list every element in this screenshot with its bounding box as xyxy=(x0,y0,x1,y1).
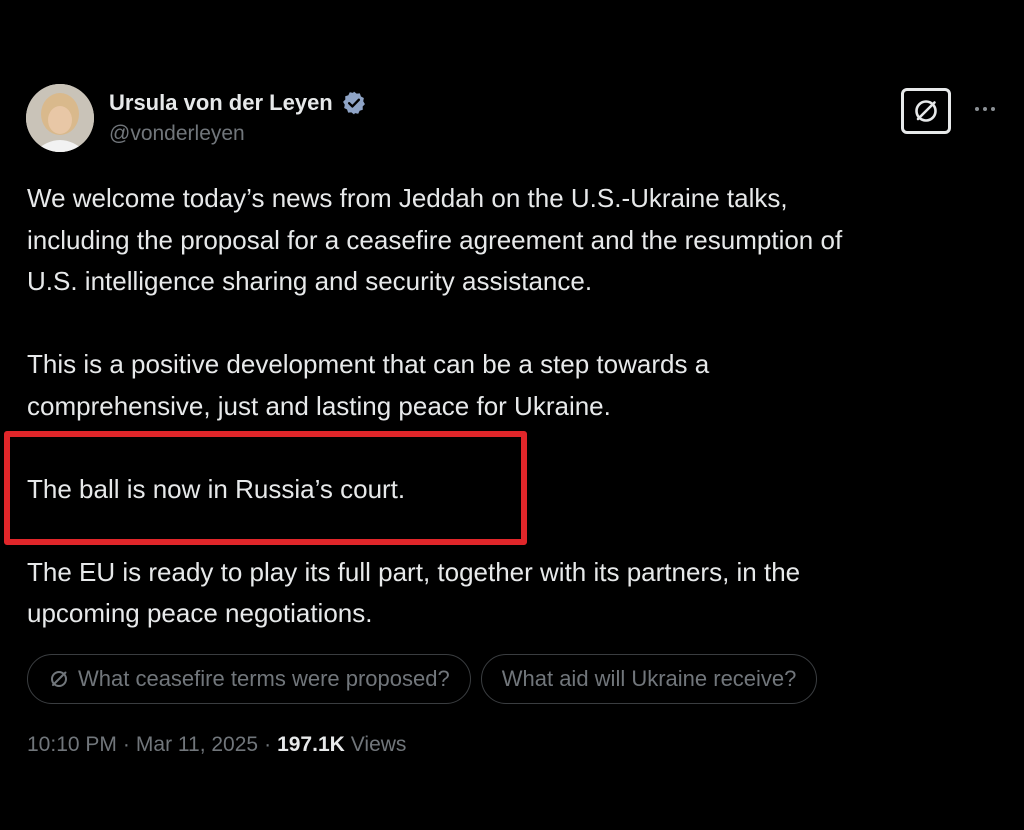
grok-button[interactable] xyxy=(901,88,951,134)
meta-separator: · xyxy=(122,733,130,756)
suggestion-chip-aid[interactable]: What aid will Ukraine receive? xyxy=(480,654,818,704)
handle[interactable]: @vonderleyen xyxy=(109,122,367,146)
suggestion-chips: What ceasefire terms were proposed? What… xyxy=(27,654,818,704)
tweet-paragraph: This is a positive development that can … xyxy=(27,349,710,421)
suggestion-chip-label: What aid will Ukraine receive? xyxy=(501,666,797,691)
tweet-date[interactable]: Mar 11, 2025 xyxy=(136,733,258,757)
more-dot xyxy=(983,107,987,111)
views-label: Views xyxy=(350,733,407,756)
more-button[interactable] xyxy=(970,96,1000,122)
grok-slash-circle-icon xyxy=(915,100,937,122)
author-block: Ursula von der Leyen @vonderleyen xyxy=(109,88,367,146)
name-row: Ursula von der Leyen xyxy=(109,88,367,118)
tweet-paragraph: The EU is ready to play its full part, t… xyxy=(27,556,801,629)
highlight-annotation-box xyxy=(4,431,527,545)
views-count: 197.1K xyxy=(277,733,345,756)
tweet-card: Ursula von der Leyen @vonderleyen We wel… xyxy=(0,0,1024,830)
tweet-meta: 10:10 PM · Mar 11, 2025 · 197.1K Views xyxy=(27,733,406,757)
tweet-paragraph: We welcome today’s news from Jeddah on t… xyxy=(27,183,843,296)
grok-slash-circle-icon xyxy=(48,668,70,690)
more-horizontal-icon xyxy=(975,107,979,111)
tweet-time[interactable]: 10:10 PM xyxy=(27,733,117,757)
verified-badge-icon xyxy=(341,90,367,116)
avatar[interactable] xyxy=(26,84,94,152)
more-dot xyxy=(991,107,995,111)
avatar-image xyxy=(26,84,94,152)
display-name[interactable]: Ursula von der Leyen xyxy=(109,90,333,116)
tweet-text: We welcome today’s news from Jeddah on t… xyxy=(27,178,1002,676)
suggestion-chip-label: What ceasefire terms were proposed? xyxy=(78,666,450,691)
meta-separator: · xyxy=(264,733,272,756)
suggestion-chip-ceasefire[interactable]: What ceasefire terms were proposed? xyxy=(27,654,471,704)
